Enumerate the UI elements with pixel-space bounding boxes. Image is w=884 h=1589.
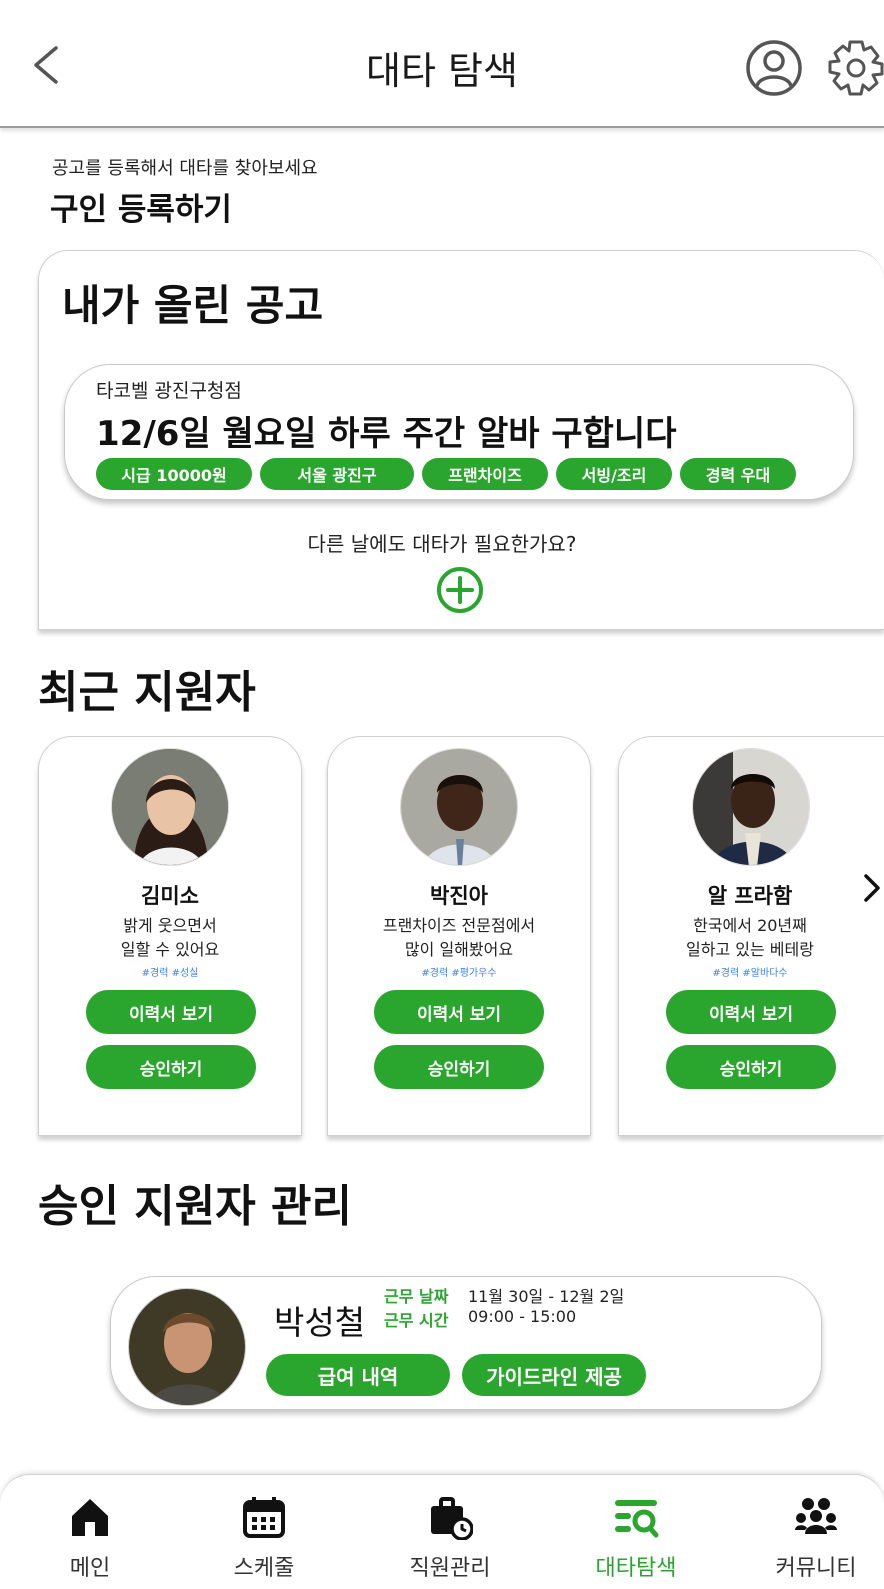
approve-button[interactable]: 승인하기: [86, 1045, 256, 1089]
app-header: 대타 탐색: [0, 0, 884, 128]
post-store-name: 타코벨 광진구청점: [96, 380, 242, 402]
work-time-value: 09:00 - 15:00: [468, 1307, 577, 1326]
approved-applicant-name: 박성철: [274, 1303, 366, 1342]
plus-circle-icon[interactable]: [435, 565, 485, 615]
recent-applicants-title: 최근 지원자: [38, 667, 256, 718]
applicant-tags: #경력 #평가우수: [421, 968, 497, 979]
list-search-icon: [615, 1500, 659, 1538]
nav-label: 직원관리: [409, 1556, 491, 1581]
user-circle-icon[interactable]: [744, 38, 804, 98]
work-time-label: 근무 시간: [384, 1311, 449, 1330]
calendar-icon: [243, 1497, 285, 1538]
avatar: [692, 748, 810, 866]
chevron-right-icon[interactable]: [862, 870, 882, 906]
post-tag: 서울 광진구: [260, 458, 414, 490]
my-posts-title: 내가 올린 공고: [62, 281, 324, 330]
avatar: [400, 748, 518, 866]
approve-button[interactable]: 승인하기: [374, 1045, 544, 1089]
briefcase-clock-icon: [431, 1497, 473, 1540]
nav-item-main[interactable]: 메인: [20, 1490, 160, 1589]
nav-item-staff[interactable]: 직원관리: [380, 1490, 520, 1589]
applicant-name: 박진아: [430, 884, 488, 908]
nav-label: 스케줄: [233, 1556, 295, 1581]
post-tag: 서빙/조리: [556, 458, 672, 490]
applicant-name: 알 프라함: [707, 884, 793, 908]
post-headline: 12/6일 월요일 하루 주간 알바 구합니다: [96, 414, 677, 454]
nav-label: 메인: [69, 1556, 111, 1581]
work-date-value: 11월 30일 - 12월 2일: [468, 1287, 625, 1306]
nav-label: 커뮤니티: [775, 1556, 857, 1581]
nav-item-substitute-search[interactable]: 대타탐색: [566, 1490, 706, 1589]
home-icon: [72, 1499, 108, 1536]
approved-applicants-title: 승인 지원자 관리: [38, 1181, 352, 1232]
avatar: [111, 748, 229, 866]
work-date-label: 근무 날짜: [384, 1287, 449, 1306]
provide-guideline-button[interactable]: 가이드라인 제공: [462, 1354, 646, 1396]
view-resume-button[interactable]: 이력서 보기: [666, 990, 836, 1034]
post-tag: 프랜차이즈: [422, 458, 548, 490]
pay-history-button[interactable]: 급여 내역: [266, 1354, 450, 1396]
post-tag: 경력 우대: [680, 458, 796, 490]
view-resume-button[interactable]: 이력서 보기: [86, 990, 256, 1034]
nav-label: 대타탐색: [595, 1556, 677, 1581]
applicant-name: 김미소: [141, 884, 199, 908]
avatar: [128, 1288, 246, 1406]
applicant-description: 프랜차이즈 전문점에서 많이 일해봤어요: [382, 916, 536, 959]
people-group-icon: [795, 1498, 837, 1534]
nav-item-schedule[interactable]: 스케줄: [194, 1490, 334, 1589]
register-subtitle: 공고를 등록해서 대타를 찾아보세요: [52, 158, 318, 179]
nav-item-community[interactable]: 커뮤니티: [746, 1490, 884, 1589]
applicant-tags: #경력 #성실: [141, 968, 199, 979]
other-day-prompt: 다른 날에도 대타가 필요한가요?: [307, 532, 577, 556]
applicant-description: 밝게 웃으면서 일할 수 있어요: [120, 916, 220, 959]
gear-icon[interactable]: [826, 38, 884, 98]
register-post-link[interactable]: 구인 등록하기: [50, 184, 232, 229]
post-tag: 시급 10000원: [96, 458, 252, 490]
view-resume-button[interactable]: 이력서 보기: [374, 990, 544, 1034]
approve-button[interactable]: 승인하기: [666, 1045, 836, 1089]
applicant-description: 한국에서 20년째 일하고 있는 베테랑: [686, 916, 814, 959]
applicant-tags: #경력 #알바다수: [712, 968, 788, 979]
